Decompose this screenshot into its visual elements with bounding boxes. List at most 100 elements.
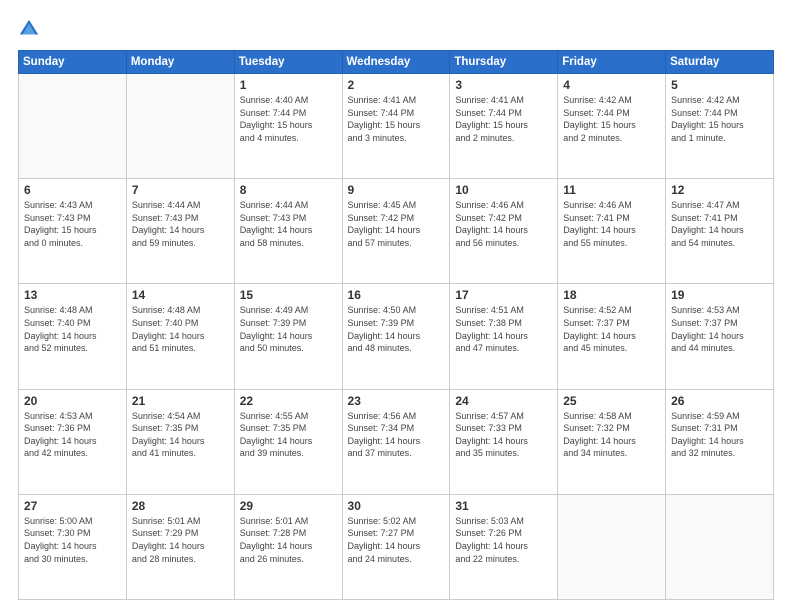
calendar-week-4: 20 Sunrise: 4:53 AM Sunset: 7:36 PM Dayli… [19, 389, 774, 494]
calendar-cell: 15 Sunrise: 4:49 AM Sunset: 7:39 PM Dayli… [234, 284, 342, 389]
day-detail: Sunrise: 4:43 AM Sunset: 7:43 PM Dayligh… [24, 199, 121, 249]
calendar-cell: 8 Sunrise: 4:44 AM Sunset: 7:43 PM Daylig… [234, 179, 342, 284]
day-number: 1 [240, 78, 337, 92]
day-detail: Sunrise: 4:41 AM Sunset: 7:44 PM Dayligh… [348, 94, 445, 144]
logo-icon [18, 18, 40, 40]
day-detail: Sunrise: 4:44 AM Sunset: 7:43 PM Dayligh… [132, 199, 229, 249]
day-detail: Sunrise: 5:01 AM Sunset: 7:28 PM Dayligh… [240, 515, 337, 565]
calendar-cell: 11Sunrise: 4:46 AM Sunset: 7:41 PM Dayli… [558, 179, 666, 284]
calendar-cell: 21Sunrise: 4:54 AM Sunset: 7:35 PM Dayli… [126, 389, 234, 494]
day-number: 18 [563, 288, 660, 302]
logo [18, 18, 44, 40]
day-detail: Sunrise: 4:53 AM Sunset: 7:37 PM Dayligh… [671, 304, 768, 354]
calendar-cell: 12Sunrise: 4:47 AM Sunset: 7:41 PM Dayli… [666, 179, 774, 284]
day-detail: Sunrise: 4:53 AM Sunset: 7:36 PM Dayligh… [24, 410, 121, 460]
day-detail: Sunrise: 4:42 AM Sunset: 7:44 PM Dayligh… [671, 94, 768, 144]
calendar-cell: 6Sunrise: 4:43 AM Sunset: 7:43 PM Daylig… [19, 179, 127, 284]
calendar-cell: 28Sunrise: 5:01 AM Sunset: 7:29 PM Dayli… [126, 494, 234, 599]
day-detail: Sunrise: 4:55 AM Sunset: 7:35 PM Dayligh… [240, 410, 337, 460]
day-number: 15 [240, 288, 337, 302]
calendar-cell: 29 Sunrise: 5:01 AM Sunset: 7:28 PM Dayli… [234, 494, 342, 599]
day-detail: Sunrise: 5:03 AM Sunset: 7:26 PM Dayligh… [455, 515, 552, 565]
day-detail: Sunrise: 4:56 AM Sunset: 7:34 PM Dayligh… [348, 410, 445, 460]
day-number: 20 [24, 394, 121, 408]
calendar-cell: 18 Sunrise: 4:52 AM Sunset: 7:37 PM Dayli… [558, 284, 666, 389]
calendar-cell: 19 Sunrise: 4:53 AM Sunset: 7:37 PM Dayli… [666, 284, 774, 389]
calendar-cell: 1 Sunrise: 4:40 AM Sunset: 7:44 PM Daylig… [234, 74, 342, 179]
day-detail: Sunrise: 4:41 AM Sunset: 7:44 PM Dayligh… [455, 94, 552, 144]
day-number: 21 [132, 394, 229, 408]
calendar-cell: 13 Sunrise: 4:48 AM Sunset: 7:40 PM Dayli… [19, 284, 127, 389]
day-number: 7 [132, 183, 229, 197]
day-number: 30 [348, 499, 445, 513]
day-detail: Sunrise: 4:57 AM Sunset: 7:33 PM Dayligh… [455, 410, 552, 460]
weekday-header-saturday: Saturday [666, 51, 774, 74]
calendar-cell [666, 494, 774, 599]
day-detail: Sunrise: 4:45 AM Sunset: 7:42 PM Dayligh… [348, 199, 445, 249]
calendar-cell: 14Sunrise: 4:48 AM Sunset: 7:40 PM Dayli… [126, 284, 234, 389]
calendar-cell [126, 74, 234, 179]
calendar-cell: 5 Sunrise: 4:42 AM Sunset: 7:44 PM Daylig… [666, 74, 774, 179]
calendar-cell: 7 Sunrise: 4:44 AM Sunset: 7:43 PM Daylig… [126, 179, 234, 284]
day-number: 25 [563, 394, 660, 408]
day-detail: Sunrise: 4:51 AM Sunset: 7:38 PM Dayligh… [455, 304, 552, 354]
day-number: 4 [563, 78, 660, 92]
weekday-header-tuesday: Tuesday [234, 51, 342, 74]
day-detail: Sunrise: 4:40 AM Sunset: 7:44 PM Dayligh… [240, 94, 337, 144]
calendar-cell: 30Sunrise: 5:02 AM Sunset: 7:27 PM Dayli… [342, 494, 450, 599]
weekday-header-friday: Friday [558, 51, 666, 74]
day-detail: Sunrise: 4:47 AM Sunset: 7:41 PM Dayligh… [671, 199, 768, 249]
calendar-cell: 25 Sunrise: 4:58 AM Sunset: 7:32 PM Dayli… [558, 389, 666, 494]
day-detail: Sunrise: 5:01 AM Sunset: 7:29 PM Dayligh… [132, 515, 229, 565]
page: SundayMondayTuesdayWednesdayThursdayFrid… [0, 0, 792, 612]
header [18, 18, 774, 40]
day-detail: Sunrise: 4:58 AM Sunset: 7:32 PM Dayligh… [563, 410, 660, 460]
day-detail: Sunrise: 5:00 AM Sunset: 7:30 PM Dayligh… [24, 515, 121, 565]
day-number: 8 [240, 183, 337, 197]
calendar-cell: 27 Sunrise: 5:00 AM Sunset: 7:30 PM Dayli… [19, 494, 127, 599]
calendar-cell: 9 Sunrise: 4:45 AM Sunset: 7:42 PM Daylig… [342, 179, 450, 284]
day-number: 24 [455, 394, 552, 408]
day-number: 13 [24, 288, 121, 302]
calendar-cell: 24 Sunrise: 4:57 AM Sunset: 7:33 PM Dayli… [450, 389, 558, 494]
day-number: 26 [671, 394, 768, 408]
calendar-cell [558, 494, 666, 599]
calendar-cell: 10 Sunrise: 4:46 AM Sunset: 7:42 PM Dayli… [450, 179, 558, 284]
day-number: 31 [455, 499, 552, 513]
weekday-header-monday: Monday [126, 51, 234, 74]
weekday-header-row: SundayMondayTuesdayWednesdayThursdayFrid… [19, 51, 774, 74]
day-detail: Sunrise: 4:49 AM Sunset: 7:39 PM Dayligh… [240, 304, 337, 354]
day-number: 16 [348, 288, 445, 302]
day-detail: Sunrise: 4:52 AM Sunset: 7:37 PM Dayligh… [563, 304, 660, 354]
day-number: 9 [348, 183, 445, 197]
calendar-week-3: 13 Sunrise: 4:48 AM Sunset: 7:40 PM Dayli… [19, 284, 774, 389]
calendar-cell: 26 Sunrise: 4:59 AM Sunset: 7:31 PM Dayli… [666, 389, 774, 494]
day-number: 29 [240, 499, 337, 513]
day-detail: Sunrise: 4:46 AM Sunset: 7:42 PM Dayligh… [455, 199, 552, 249]
day-detail: Sunrise: 4:46 AM Sunset: 7:41 PM Dayligh… [563, 199, 660, 249]
calendar-cell: 16 Sunrise: 4:50 AM Sunset: 7:39 PM Dayli… [342, 284, 450, 389]
day-detail: Sunrise: 4:44 AM Sunset: 7:43 PM Dayligh… [240, 199, 337, 249]
day-number: 5 [671, 78, 768, 92]
calendar-cell: 31 Sunrise: 5:03 AM Sunset: 7:26 PM Dayli… [450, 494, 558, 599]
day-number: 3 [455, 78, 552, 92]
calendar-cell: 17Sunrise: 4:51 AM Sunset: 7:38 PM Dayli… [450, 284, 558, 389]
calendar-cell: 4 Sunrise: 4:42 AM Sunset: 7:44 PM Daylig… [558, 74, 666, 179]
calendar-cell: 2Sunrise: 4:41 AM Sunset: 7:44 PM Daylig… [342, 74, 450, 179]
calendar-week-1: 1 Sunrise: 4:40 AM Sunset: 7:44 PM Daylig… [19, 74, 774, 179]
weekday-header-wednesday: Wednesday [342, 51, 450, 74]
calendar-week-5: 27 Sunrise: 5:00 AM Sunset: 7:30 PM Dayli… [19, 494, 774, 599]
day-detail: Sunrise: 4:59 AM Sunset: 7:31 PM Dayligh… [671, 410, 768, 460]
weekday-header-sunday: Sunday [19, 51, 127, 74]
day-detail: Sunrise: 4:48 AM Sunset: 7:40 PM Dayligh… [24, 304, 121, 354]
day-detail: Sunrise: 4:48 AM Sunset: 7:40 PM Dayligh… [132, 304, 229, 354]
day-detail: Sunrise: 4:50 AM Sunset: 7:39 PM Dayligh… [348, 304, 445, 354]
day-detail: Sunrise: 4:42 AM Sunset: 7:44 PM Dayligh… [563, 94, 660, 144]
calendar-cell: 23Sunrise: 4:56 AM Sunset: 7:34 PM Dayli… [342, 389, 450, 494]
day-number: 10 [455, 183, 552, 197]
day-number: 22 [240, 394, 337, 408]
calendar-cell: 3 Sunrise: 4:41 AM Sunset: 7:44 PM Daylig… [450, 74, 558, 179]
day-number: 27 [24, 499, 121, 513]
day-number: 19 [671, 288, 768, 302]
calendar-cell: 20 Sunrise: 4:53 AM Sunset: 7:36 PM Dayli… [19, 389, 127, 494]
